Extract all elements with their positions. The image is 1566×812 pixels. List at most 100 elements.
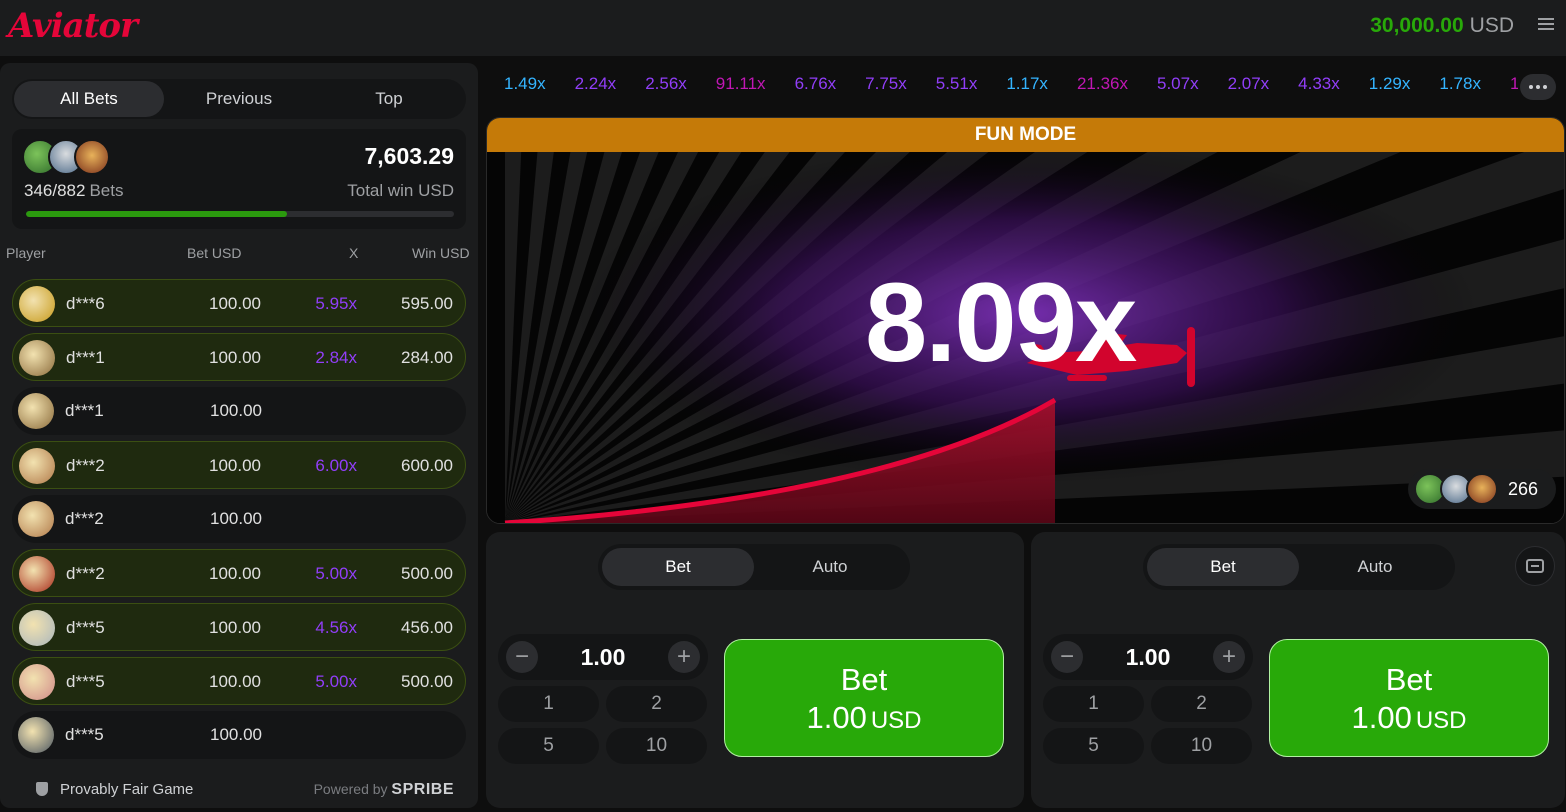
avatar [19, 340, 55, 376]
cashout-multiplier: 4.56x [315, 618, 357, 637]
player-name: d***1 [66, 348, 105, 367]
bet-amount: 100.00 [209, 294, 261, 313]
hamburger-menu-icon[interactable] [1538, 16, 1554, 32]
bets-tabs: All Bets Previous Top [12, 79, 466, 119]
history-multiplier[interactable]: 1.17x [1006, 74, 1048, 102]
player-name: d***2 [66, 456, 105, 475]
cashout-multiplier: 2.84x [315, 348, 357, 367]
bet-button-label: Bet [1385, 662, 1433, 697]
quick-amount-button[interactable]: 1 [498, 686, 599, 722]
history-multiplier[interactable]: 6.76x [795, 74, 837, 102]
balance-amount: 30,000.00 [1370, 14, 1464, 37]
history-multiplier[interactable]: 12.72x [1510, 74, 1518, 102]
quick-amount-button[interactable]: 5 [498, 728, 599, 764]
tab-bet[interactable]: Bet [1147, 548, 1299, 586]
game-canvas: FUN MODE 8.09x 266 [486, 117, 1565, 524]
player-name: d***5 [66, 618, 105, 637]
bet-panel-2: Bet Auto − 1.00 + 1 2 5 10 Bet 1.00 USD [1031, 532, 1565, 808]
online-players[interactable]: 266 [1408, 469, 1556, 509]
history-multiplier[interactable]: 21.36x [1077, 74, 1128, 102]
win-amount: 456.00 [401, 618, 453, 637]
history-multiplier[interactable]: 91.11x [716, 74, 766, 102]
history-multiplier[interactable]: 4.33x [1298, 74, 1340, 102]
bet-row: d***2 100.00 5.00x 500.00 [12, 549, 466, 597]
bet-button-currency: USD [870, 707, 922, 734]
cashout-multiplier: 5.00x [315, 564, 357, 583]
quick-amount-button[interactable]: 2 [1151, 686, 1252, 722]
avatar [19, 610, 55, 646]
tab-top[interactable]: Top [314, 81, 464, 117]
bet-row: d***1 100.00 2.84x 284.00 [12, 333, 466, 381]
bet-amount: 100.00 [209, 672, 261, 691]
bet-amount: 100.00 [210, 509, 262, 528]
bet-row: d***5 100.00 5.00x 500.00 [12, 657, 466, 705]
bet-amount: 100.00 [209, 564, 261, 583]
history-more-button[interactable] [1520, 74, 1556, 100]
total-win: 7,603.29 [364, 143, 454, 169]
tab-auto[interactable]: Auto [754, 548, 906, 586]
bet-button-amount: 1.00 [1351, 700, 1412, 735]
minus-box-icon [1526, 559, 1544, 573]
quick-amount-button[interactable]: 1 [1043, 686, 1144, 722]
provably-fair-link[interactable]: Provably Fair Game [60, 781, 193, 798]
shield-icon [36, 782, 48, 796]
bet-row: d***1 100.00 [12, 387, 466, 435]
place-bet-button[interactable]: Bet 1.00 USD [1269, 639, 1549, 757]
history-multiplier[interactable]: 7.75x [865, 74, 907, 102]
fun-mode-banner: FUN MODE [487, 118, 1564, 152]
bet-row: d***6 100.00 5.95x 595.00 [12, 279, 466, 327]
col-x: X [349, 245, 359, 261]
quick-amount-button[interactable]: 2 [606, 686, 707, 722]
balance-currency: USD [1469, 14, 1514, 37]
player-name: d***5 [66, 672, 105, 691]
multiplier-history: 1.49x 2.24x 2.56x 91.11x 6.76x 7.75x 5.51x 1.17… [494, 74, 1518, 102]
history-multiplier[interactable]: 5.07x [1157, 74, 1199, 102]
history-multiplier[interactable]: 1.78x [1439, 74, 1481, 102]
player-name: d***6 [66, 294, 105, 313]
bet-amount: 100.00 [210, 401, 262, 420]
history-multiplier[interactable]: 1.49x [504, 74, 546, 102]
bet-amount: 100.00 [209, 456, 261, 475]
win-amount: 595.00 [401, 294, 453, 313]
sun-ray [505, 523, 1565, 524]
place-bet-button[interactable]: Bet 1.00 USD [724, 639, 1004, 757]
history-multiplier[interactable]: 2.56x [645, 74, 687, 102]
tab-all-bets[interactable]: All Bets [14, 81, 164, 117]
quick-amount-button[interactable]: 10 [606, 728, 707, 764]
left-footer: Provably Fair Game Powered by SPRIBE [0, 772, 478, 808]
tab-auto[interactable]: Auto [1299, 548, 1451, 586]
player-name: d***5 [65, 725, 104, 744]
avatar [18, 393, 54, 429]
bets-panel: All Bets Previous Top 346/882 Bets 7,603.… [0, 63, 478, 808]
bets-progress-fill [26, 211, 288, 217]
win-amount: 284.00 [401, 348, 453, 367]
top-bar: Aviator 30,000.00 USD [0, 0, 1566, 56]
bet-row: d***2 100.00 6.00x 600.00 [12, 441, 466, 489]
tab-previous[interactable]: Previous [164, 81, 314, 117]
bet-mode-tabs: Bet Auto [598, 544, 910, 590]
bet-row: d***5 100.00 [12, 711, 466, 759]
increase-button[interactable]: + [1213, 641, 1245, 673]
history-multiplier[interactable]: 2.07x [1228, 74, 1270, 102]
bet-row: d***5 100.00 4.56x 456.00 [12, 603, 466, 651]
history-multiplier[interactable]: 2.24x [575, 74, 617, 102]
quick-amount-button[interactable]: 5 [1043, 728, 1144, 764]
bets-progress-bar [26, 211, 454, 217]
avatar [19, 286, 55, 322]
tab-bet[interactable]: Bet [602, 548, 754, 586]
history-multiplier[interactable]: 1.29x [1369, 74, 1411, 102]
bet-button-currency: USD [1415, 707, 1467, 734]
balance: 30,000.00 USD [1370, 14, 1514, 38]
avatar [18, 717, 54, 753]
bets-summary: 346/882 Bets 7,603.29 Total win USD [12, 129, 466, 229]
bet-amount: 100.00 [209, 618, 261, 637]
cashout-multiplier: 5.00x [315, 672, 357, 691]
increase-button[interactable]: + [668, 641, 700, 673]
quick-amount-button[interactable]: 10 [1151, 728, 1252, 764]
bet-row: d***2 100.00 [12, 495, 466, 543]
cashout-multiplier: 6.00x [315, 456, 357, 475]
history-multiplier[interactable]: 5.51x [936, 74, 978, 102]
remove-panel-button[interactable] [1515, 546, 1555, 586]
col-player: Player [6, 245, 46, 261]
bet-amount-stepper: − 1.00 + [1043, 634, 1253, 680]
